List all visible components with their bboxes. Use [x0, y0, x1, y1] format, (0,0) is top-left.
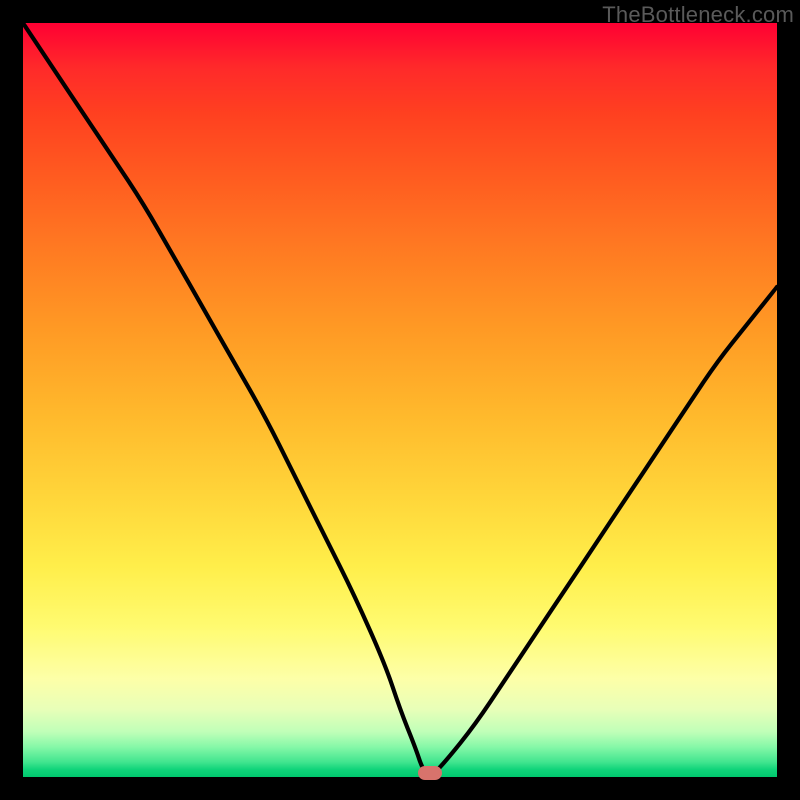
min-marker — [418, 766, 442, 780]
series-svg — [23, 23, 777, 777]
watermark-text: TheBottleneck.com — [602, 2, 794, 28]
plot-area — [23, 23, 777, 777]
bottleneck-curve-path — [23, 23, 777, 774]
chart-frame: TheBottleneck.com — [0, 0, 800, 800]
